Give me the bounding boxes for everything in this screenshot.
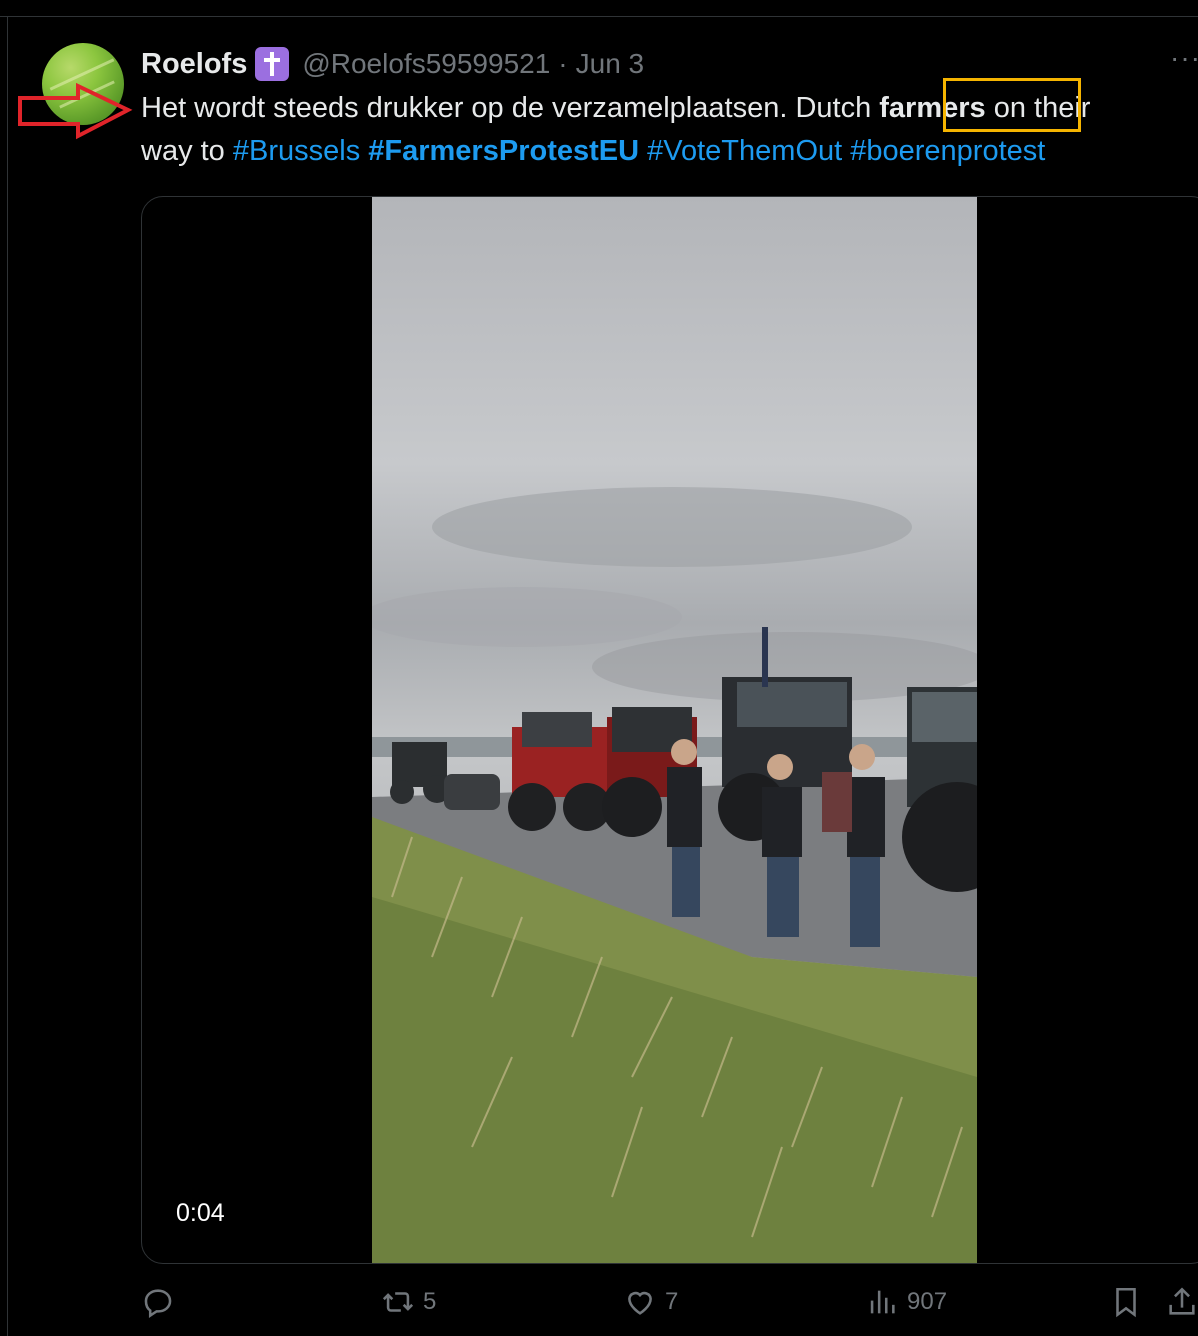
video-frame[interactable] — [372, 197, 977, 1263]
retweet-button[interactable]: 5 — [381, 1285, 436, 1319]
video-player[interactable]: 0:04 — [141, 196, 1198, 1264]
views-count: 907 — [907, 1288, 948, 1315]
retweet-icon — [382, 1292, 414, 1312]
reply-button[interactable] — [141, 1285, 183, 1319]
share-icon — [1169, 1287, 1195, 1315]
tweet-text-line-2: way to #Brussels #FarmersProtestEU #Vote… — [141, 130, 1198, 173]
latin-cross-icon — [255, 47, 290, 81]
video-scene — [372, 487, 977, 1263]
tweet-date[interactable]: Jun 3 — [576, 48, 645, 80]
author-name[interactable]: Roelofs — [141, 48, 247, 81]
video-timecode: 0:04 — [166, 1197, 235, 1230]
timeline-divider — [0, 16, 1198, 17]
hashtag-link[interactable]: #VoteThemOut — [647, 135, 842, 167]
more-options-button[interactable]: ··· — [1170, 42, 1198, 74]
hashtag-link[interactable]: #Brussels — [233, 135, 360, 167]
bookmark-button[interactable] — [1109, 1285, 1143, 1319]
separator: · — [558, 48, 568, 79]
tweet-actions: 5 7 907 — [141, 1285, 1198, 1331]
views-chart-icon — [870, 1290, 895, 1314]
column-border — [7, 16, 8, 1336]
like-count: 7 — [665, 1288, 679, 1315]
author-handle[interactable]: @Roelofs59599521 — [302, 48, 550, 80]
text-segment: Het wordt steeds drukker op de verzamelp… — [141, 92, 880, 124]
text-segment: way to — [141, 135, 233, 167]
share-button[interactable] — [1165, 1285, 1198, 1319]
annotation-arrow-icon — [18, 82, 133, 140]
retweet-count: 5 — [423, 1288, 437, 1315]
heart-icon — [628, 1291, 652, 1315]
keyword-highlight-box — [943, 78, 1081, 132]
bookmark-icon — [1116, 1287, 1136, 1318]
views-button[interactable]: 907 — [865, 1285, 947, 1319]
hashtag-link[interactable]: #boerenprotest — [850, 135, 1045, 167]
like-button[interactable]: 7 — [623, 1285, 678, 1319]
hashtag-link[interactable]: #FarmersProtestEU — [368, 135, 639, 167]
reply-icon — [144, 1289, 172, 1318]
tweet-header: Roelofs @Roelofs59599521 · Jun 3 — [141, 44, 644, 84]
